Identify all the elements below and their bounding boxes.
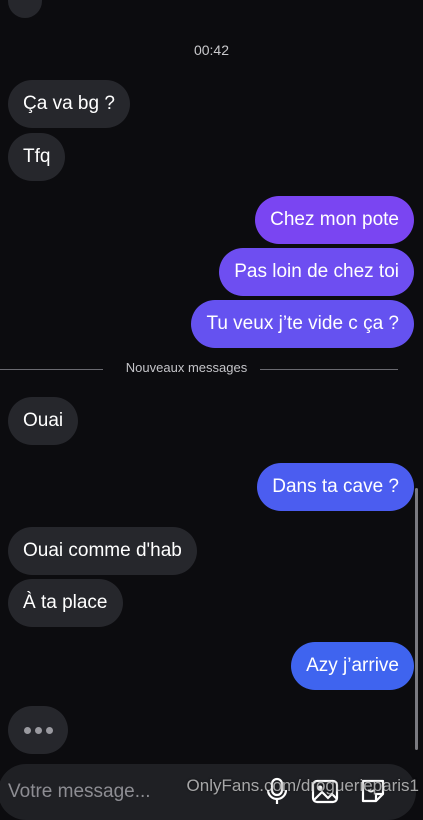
message-bubble-outgoing[interactable]: Tu veux j’te vide c ça ? bbox=[191, 300, 414, 348]
message-bubble-outgoing[interactable]: Chez mon pote bbox=[255, 196, 414, 244]
new-messages-divider-label: Nouveaux messages bbox=[125, 360, 248, 375]
scrollbar[interactable] bbox=[415, 488, 418, 750]
message-bubble-incoming[interactable]: À ta place bbox=[8, 579, 123, 627]
message-bubble-incoming[interactable]: Ouai bbox=[8, 397, 79, 445]
message-bubble-incoming[interactable]: Tfq bbox=[8, 133, 66, 181]
message-text: Pas loin de chez toi bbox=[234, 261, 399, 282]
message-text: Chez mon pote bbox=[270, 209, 399, 230]
message-text: Tfq bbox=[23, 146, 51, 167]
previous-message-bubble bbox=[8, 0, 42, 18]
message-text: Ouai comme d'hab bbox=[23, 540, 182, 561]
chat-thread[interactable]: 00:42 Ça va bg ? Tfq Chez mon pote Pas l… bbox=[0, 0, 423, 800]
message-text: Ça va bg ? bbox=[23, 93, 115, 114]
message-text: Tu veux j’te vide c ça ? bbox=[206, 313, 399, 334]
message-timestamp: 00:42 bbox=[193, 42, 230, 58]
message-text: À ta place bbox=[23, 592, 108, 613]
new-messages-divider-line bbox=[260, 369, 398, 370]
message-text: Dans ta cave ? bbox=[272, 476, 399, 497]
message-bubble-outgoing[interactable]: Dans ta cave ? bbox=[257, 463, 414, 511]
typing-dot bbox=[23, 726, 31, 734]
typing-dot bbox=[45, 726, 53, 734]
message-bubble-incoming[interactable]: Ça va bg ? bbox=[8, 80, 130, 128]
message-bubble-outgoing[interactable]: Azy j’arrive bbox=[291, 642, 414, 690]
typing-dot bbox=[34, 726, 42, 734]
message-text: Ouai bbox=[23, 410, 64, 431]
watermark: OnlyFans.com/droguerieparis1 bbox=[186, 776, 419, 795]
typing-indicator bbox=[8, 706, 68, 754]
message-text: Azy j’arrive bbox=[306, 655, 399, 676]
message-bubble-incoming[interactable]: Ouai comme d'hab bbox=[8, 527, 197, 575]
message-bubble-outgoing[interactable]: Pas loin de chez toi bbox=[219, 248, 414, 296]
